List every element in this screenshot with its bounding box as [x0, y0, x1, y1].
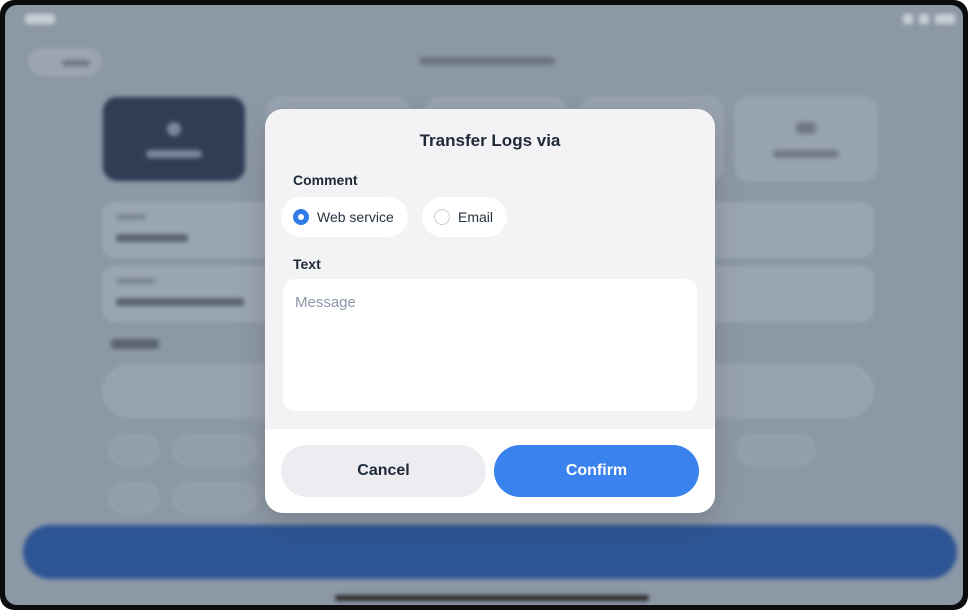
background-chip	[109, 435, 159, 465]
background-page-title	[419, 57, 555, 65]
wifi-icon	[919, 14, 929, 24]
back-button	[29, 49, 101, 75]
dialog-title: Transfer Logs via	[419, 131, 561, 150]
background-chip	[737, 435, 815, 465]
status-bar-time	[25, 14, 55, 24]
option-label: Email	[458, 209, 494, 225]
text-label: Text	[293, 256, 321, 272]
transfer-logs-dialog: Transfer Logs via Comment Web service Em…	[265, 109, 715, 513]
message-input[interactable]	[283, 279, 697, 411]
option-web-service[interactable]: Web service	[281, 197, 408, 237]
option-email[interactable]: Email	[422, 197, 508, 237]
device-frame: Transfer Logs via Comment Web service Em…	[0, 0, 968, 610]
cancel-button[interactable]: Cancel	[281, 445, 486, 497]
radio-selected-icon	[293, 209, 309, 225]
radio-unselected-icon	[434, 209, 450, 225]
signal-icon	[903, 14, 913, 24]
comment-label: Comment	[293, 172, 358, 188]
battery-icon	[935, 14, 955, 24]
home-indicator	[335, 595, 649, 601]
background-chip	[173, 483, 257, 513]
background-section-label	[111, 339, 159, 349]
option-label: Web service	[317, 209, 394, 225]
background-primary-button	[23, 525, 957, 579]
confirm-button[interactable]: Confirm	[494, 445, 699, 497]
dialog-footer: Cancel Confirm	[265, 429, 715, 513]
status-bar-icons	[903, 14, 955, 24]
background-chip	[109, 483, 159, 513]
screen: Transfer Logs via Comment Web service Em…	[5, 5, 963, 605]
status-card-selected	[103, 97, 245, 181]
background-chip	[173, 435, 257, 465]
status-card	[735, 97, 877, 181]
